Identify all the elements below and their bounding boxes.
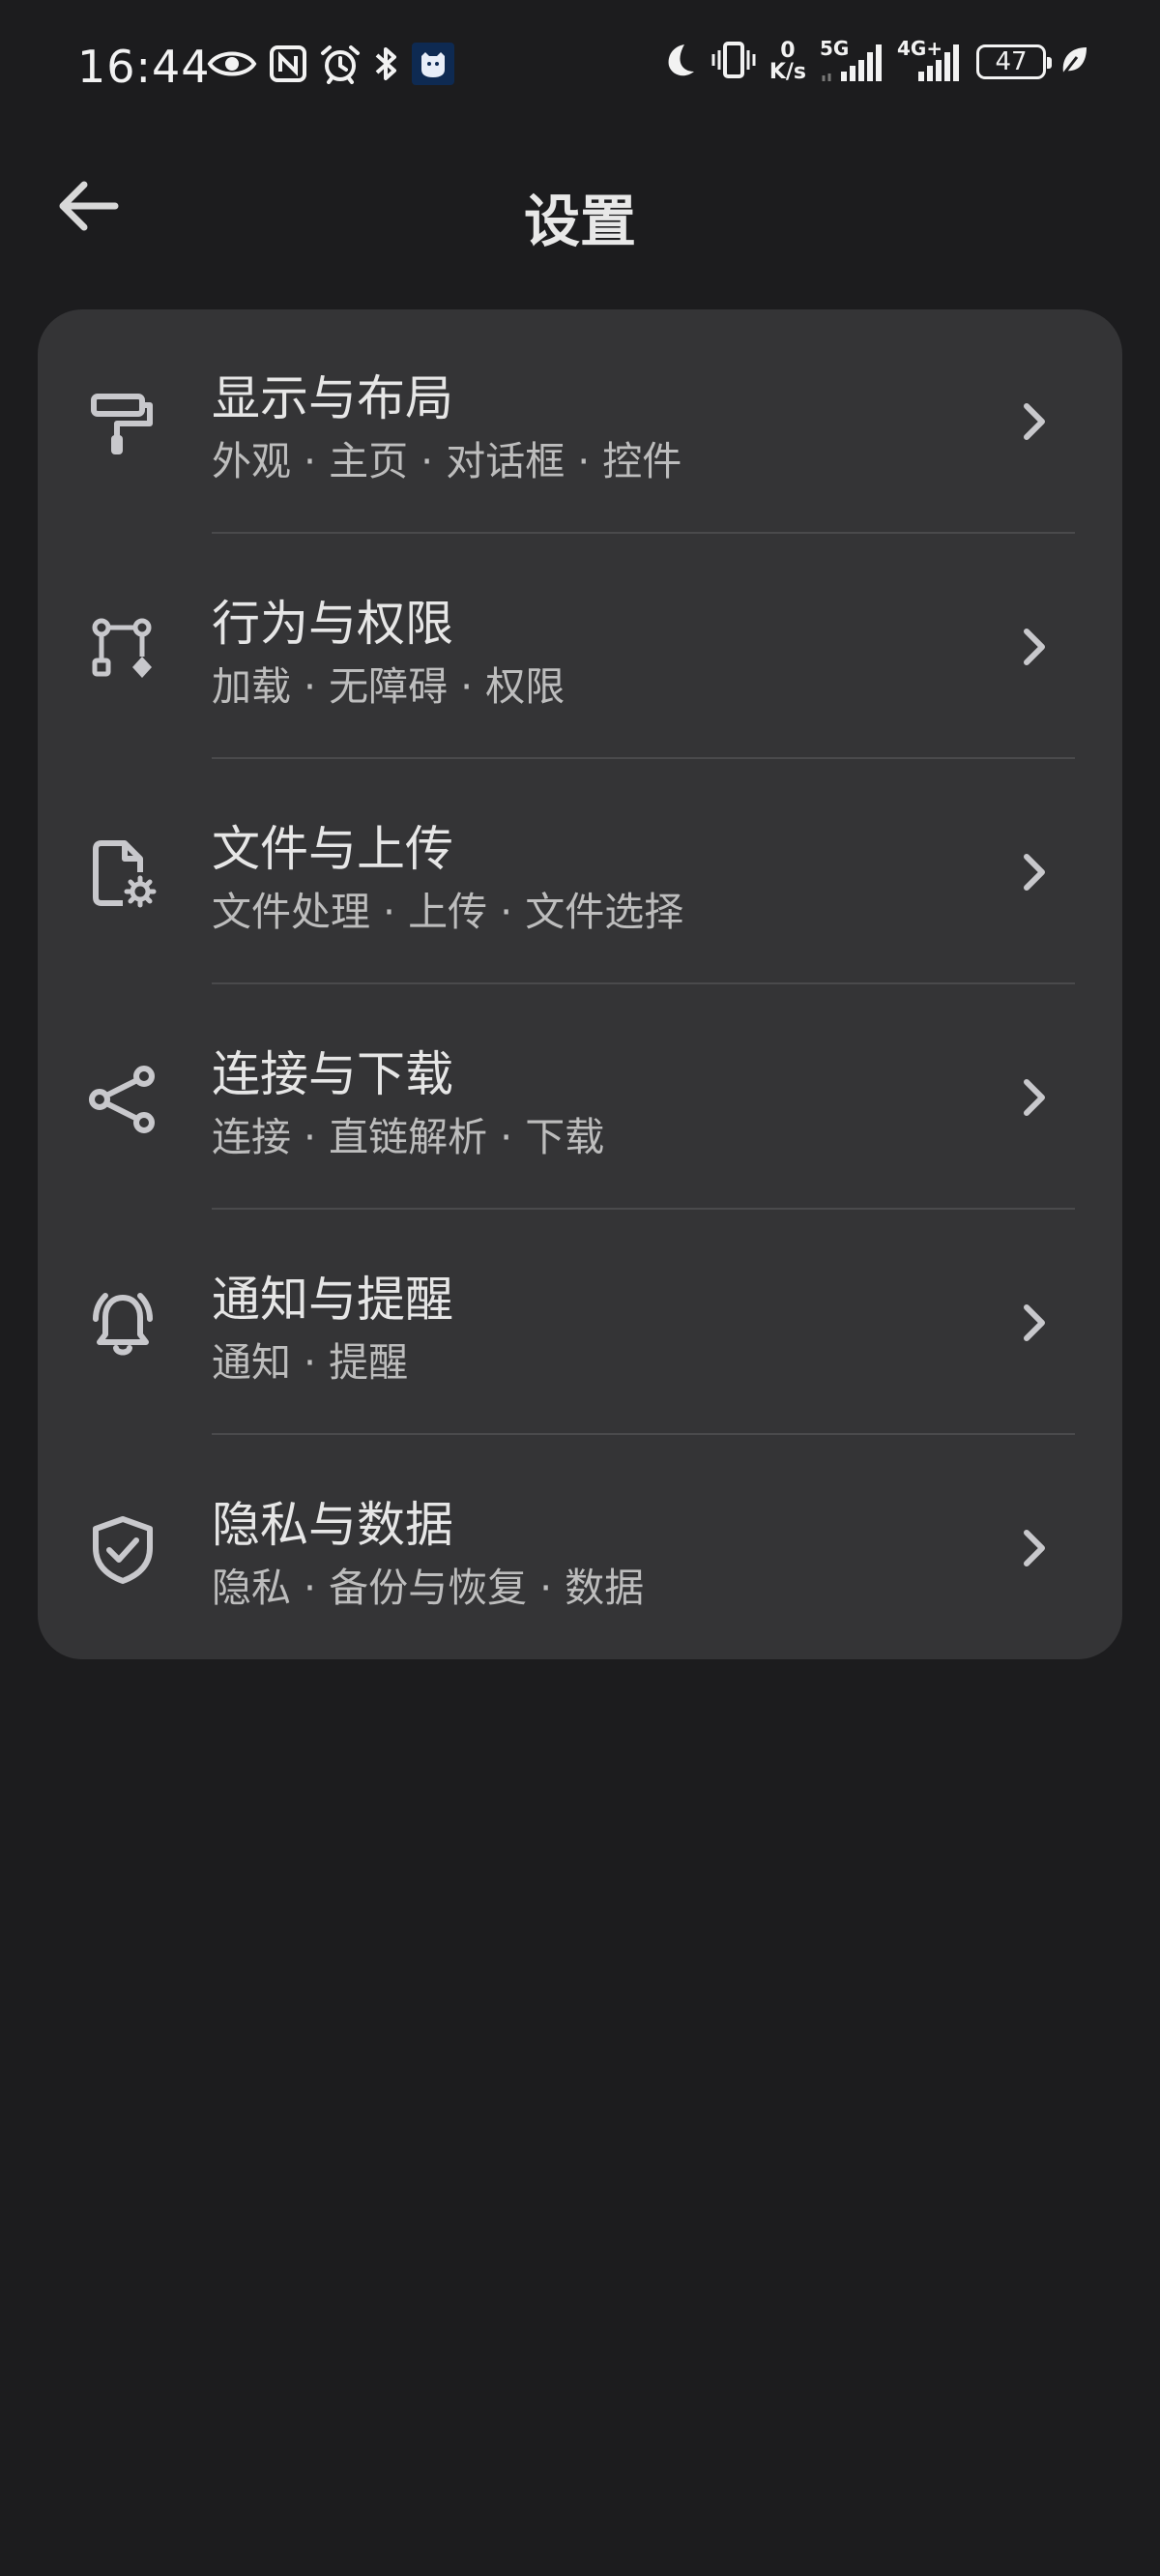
network-speed-value: 0 xyxy=(780,39,796,63)
network-speed-unit: K/s xyxy=(768,60,806,84)
workflow-icon xyxy=(84,610,161,688)
chevron-right-icon xyxy=(1016,849,1055,895)
status-left-icons xyxy=(207,43,454,89)
settings-item-subtitle: 通知 · 提醒 xyxy=(212,1339,409,1386)
settings-item-subtitle: 连接 · 直链解析 · 下载 xyxy=(212,1114,605,1160)
status-time: 16:44 xyxy=(77,41,211,93)
shield-check-icon xyxy=(84,1511,161,1589)
settings-item-title: 文件与上传 xyxy=(212,821,453,877)
divider xyxy=(212,982,1075,984)
chevron-right-icon xyxy=(1016,624,1055,670)
settings-item-notifications-reminders[interactable]: 通知与提醒 通知 · 提醒 xyxy=(38,1211,1122,1436)
bell-ring-icon xyxy=(84,1286,161,1363)
signal-5g: 5G xyxy=(820,37,884,83)
chevron-right-icon xyxy=(1016,1300,1055,1346)
settings-item-behavior-permissions[interactable]: 行为与权限 加载 · 无障碍 · 权限 xyxy=(38,535,1122,760)
settings-item-title: 隐私与数据 xyxy=(212,1497,453,1553)
chevron-right-icon xyxy=(1016,1074,1055,1121)
network-speed: 0 K/s xyxy=(769,41,806,83)
settings-item-title: 行为与权限 xyxy=(212,596,453,652)
settings-item-subtitle: 文件处理 · 上传 · 文件选择 xyxy=(212,889,684,935)
settings-item-title: 通知与提醒 xyxy=(212,1272,453,1328)
divider xyxy=(212,1433,1075,1435)
bluetooth-icon xyxy=(373,44,400,88)
file-settings-icon xyxy=(84,835,161,913)
eye-icon xyxy=(207,44,257,87)
settings-item-display-layout[interactable]: 显示与布局 外观 · 主页 · 对话框 · 控件 xyxy=(38,309,1122,535)
page-title: 设置 xyxy=(523,189,636,254)
alarm-icon xyxy=(319,44,362,88)
chevron-right-icon xyxy=(1016,398,1055,445)
leaf-icon xyxy=(1059,44,1088,80)
signal-4g: 4G+ xyxy=(897,37,963,83)
paint-roller-icon xyxy=(84,385,161,462)
settings-item-connection-download[interactable]: 连接与下载 连接 · 直链解析 · 下载 xyxy=(38,985,1122,1211)
divider xyxy=(212,1208,1075,1210)
settings-item-title: 连接与下载 xyxy=(212,1046,453,1102)
settings-card: 显示与布局 外观 · 主页 · 对话框 · 控件 行为与权限 加载 · 无障碍 … xyxy=(38,309,1122,1659)
settings-item-subtitle: 隐私 · 备份与恢复 · 数据 xyxy=(212,1565,645,1611)
share-nodes-icon xyxy=(84,1061,161,1138)
battery-level: 47 xyxy=(995,47,1028,76)
settings-item-files-upload[interactable]: 文件与上传 文件处理 · 上传 · 文件选择 xyxy=(38,760,1122,985)
nfc-icon xyxy=(269,44,307,87)
top-app-bar: 设置 xyxy=(0,155,1160,261)
status-right-icons: 0 K/s 5G 4G+ 47 xyxy=(659,37,1088,83)
chevron-right-icon xyxy=(1016,1525,1055,1571)
settings-item-privacy-data[interactable]: 隐私与数据 隐私 · 备份与恢复 · 数据 xyxy=(38,1436,1122,1659)
app-notification-icon xyxy=(412,43,454,89)
moon-icon xyxy=(659,41,698,83)
battery-indicator: 47 xyxy=(976,44,1052,79)
settings-item-subtitle: 外观 · 主页 · 对话框 · 控件 xyxy=(212,438,682,484)
vibrate-icon xyxy=(711,41,756,83)
settings-item-subtitle: 加载 · 无障碍 · 权限 xyxy=(212,663,566,710)
status-bar: 16:44 0 K/s 5G 4G+ 47 xyxy=(0,0,1160,145)
settings-item-title: 显示与布局 xyxy=(212,370,453,426)
divider xyxy=(212,757,1075,759)
divider xyxy=(212,532,1075,534)
